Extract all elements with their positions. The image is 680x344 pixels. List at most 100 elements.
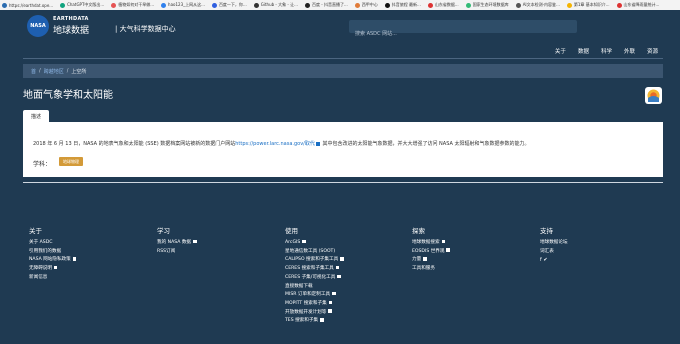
footer-heading: 关于 [29,227,42,235]
footer-link[interactable]: CERES 搜索和子集工具 [285,265,344,274]
external-link-icon [337,274,341,279]
tab-description[interactable]: 描述 [23,110,49,122]
breadcrumb-home[interactable]: 首 [31,68,36,75]
bookmark-label: 国家生态环境数据库 [472,2,509,7]
bookmark-item[interactable]: 第1章 基本知识介... [566,2,610,8]
nav-outreach[interactable]: 外联 [624,47,635,55]
footer-link-label: 新闻信息 [29,274,48,280]
nav-divider [23,58,663,59]
footer-link-label: EOSDIS 世界观 [412,248,445,254]
bookmark-item[interactable]: https://earthdat.ope... [2,2,53,8]
external-link-icon [335,265,340,270]
footer-link[interactable]: 直接数据下载 [285,283,344,292]
bookmark-label: 百度一下，你... [218,2,247,7]
footer-link[interactable]: MISR 订单和定制工具 [285,291,344,300]
footer-heading: 探索 [412,227,425,235]
power-link[interactable]: https://power.larc.nasa.gov/取代 [235,141,315,147]
footer-column: 学习 我的 NASA 数据 RSS订阅 [157,225,197,256]
footer-link-label: CERES 子集/可视化工具 [285,274,336,280]
bookmark-item[interactable]: 西甲中心 [354,2,378,8]
bookmark-favicon-icon [111,2,117,8]
bookmark-item[interactable]: Github - 大象 - 让... [253,2,298,8]
nav-about[interactable]: 关于 [555,47,566,55]
site-header: NASA EARTHDATA 地球数据 | 大气科学数据中心 [0,10,680,46]
footer-link[interactable]: NASA 网站隐私政策 [29,256,77,265]
main-nav: 关于 数据 科学 外联 资源 [0,46,680,59]
footer-link-label: 关于 ASDC [29,240,53,245]
bookmark-label: AI文本检测-内容鉴... [522,2,560,7]
bookmark-favicon-icon [2,2,7,8]
external-link-icon [332,291,336,296]
footer-link[interactable]: ArcGIS [285,239,344,248]
bookmark-favicon-icon [427,2,433,8]
nav-resources[interactable]: 资源 [647,47,658,55]
external-link-icon [441,239,446,244]
search-input[interactable] [349,27,577,41]
footer-link-label: 我的 NASA 数据 [157,240,192,245]
footer-link[interactable]: CERES 子集/可视化工具 [285,274,344,283]
nav-science[interactable]: 科学 [601,47,612,55]
bookmarks-bar: https://earthdat.ope... ChatGPT中文版出... 植物如… [0,0,680,10]
bookmark-label: Github - 大象 - 让... [260,2,298,7]
bookmark-item[interactable]: 百度 - 抖音直播了... [304,2,348,8]
footer-link[interactable]: 词汇表 [540,248,568,257]
bookmark-item[interactable]: hao123_上网从这... [161,2,205,8]
bookmark-item[interactable]: 植物如何对干旱做... [111,2,154,8]
nasa-logo[interactable]: NASA [27,15,49,37]
footer-link[interactable]: 我的 NASA 数据 [157,239,197,248]
footer-column: 使用 ArcGIS 星地通信数工具 (SOOT) CALIPSO 搜索和子集工具 CER… [285,225,344,326]
description-text: 2018 年 6 月 13 日，NASA 的地表气象和太阳能 (SSE) 数据档… [33,140,530,147]
footer-link[interactable]: 引用我们的数据 [29,248,76,257]
bookmark-item[interactable]: 山东省降雨量统计... [616,2,659,8]
footer-link[interactable]: 地球数据搜索 [412,239,450,248]
subject-tag[interactable]: 地球物理 [59,157,83,166]
external-link-icon [193,239,197,244]
footer-link[interactable]: 地球数据论坛 [540,239,568,248]
bookmark-favicon-icon [304,2,310,8]
footer-link[interactable]: 关于 ASDC [29,239,76,248]
footer-column: 关于关于 ASDC 引用我们的数据 NASA 网站隐私政策 无障碍说明 新闻信息 [29,225,77,283]
bookmark-item[interactable]: 抖音旅程 最新... [384,2,421,8]
footer-link-label: 词汇表 [540,248,554,254]
footer-link[interactable]: 无障碍说明 [29,265,76,274]
site-title[interactable]: | 大气科学数据中心 [115,24,176,34]
bookmark-item[interactable]: AI文本检测-内容鉴... [515,2,560,8]
footer-link[interactable]: 星地通信数工具 (SOOT) [285,248,344,257]
description-text-after: 其中包含改进的太阳能气象数据，并大大增强了访问 NASA 太阳辐射和气象数据参数… [322,141,530,147]
external-link-icon [340,257,344,261]
footer-link[interactable]: EOSDIS 世界观 [412,248,450,257]
external-link-icon [446,248,450,252]
footer-link[interactable]: TES 搜索和子集 [285,317,344,326]
footer-link[interactable]: RSS订阅 [157,248,197,257]
bookmark-favicon-icon [60,2,66,8]
bookmark-label: 抖音旅程 最新... [391,2,421,7]
page-title: 地面气象学和太阳能 [23,90,113,101]
bookmark-favicon-icon [161,2,167,8]
footer-link-label: 直接数据下载 [285,283,313,289]
footer-link[interactable]: 新闻信息 [29,274,76,283]
bookmark-item[interactable]: 山东省数据... [427,2,459,8]
footer-link-label: RSS订阅 [157,248,176,254]
breadcrumb-parent[interactable]: 跨越地区 [44,68,64,75]
nav-data[interactable]: 数据 [578,47,589,55]
bookmark-item[interactable]: 国家生态环境数据库 [465,2,509,8]
bookmark-label: hao123_上网从这... [168,2,205,7]
bookmark-favicon-icon [211,2,217,8]
content-divider [23,182,663,183]
footer-link[interactable]: MOPITT 搜索和子集 [285,300,344,309]
footer-link[interactable]: CALIPSO 搜索和子集工具 [285,256,344,265]
bookmark-favicon-icon [354,2,360,8]
bookmark-item[interactable]: ChatGPT中文版出... [60,2,104,8]
search-box[interactable] [349,20,577,41]
footer-link[interactable]: 力量 [412,256,450,265]
bookmark-item[interactable]: 百度一下，你... [211,2,247,8]
footer-link[interactable]: 开放数据开发计划等 [285,309,344,318]
bookmark-label: 山东省数据... [434,2,459,7]
external-link-icon [302,239,306,244]
earthdata-brand[interactable]: EARTHDATA 地球数据 [53,16,89,36]
social-icons[interactable]: f ✔ [540,257,568,263]
breadcrumb-separator: / [39,68,41,74]
footer-link-label: 工具和服务 [412,266,435,272]
nasa-logo-text: NASA [30,23,46,29]
footer-link[interactable]: 工具和服务 [412,265,450,274]
